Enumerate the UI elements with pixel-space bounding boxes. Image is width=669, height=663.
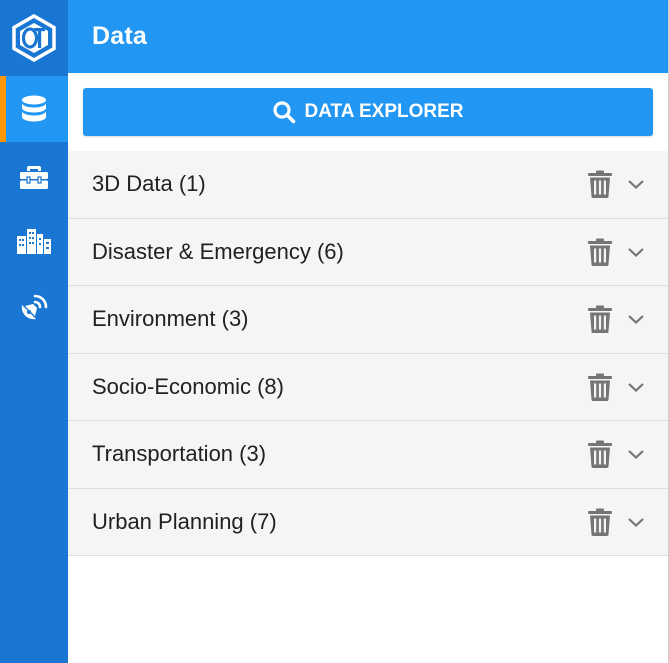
category-row-3d-data[interactable]: 3D Data (1) xyxy=(68,151,668,219)
chevron-down-icon[interactable] xyxy=(627,313,645,325)
category-label: Disaster & Emergency (6) xyxy=(92,238,344,264)
rail-item-data[interactable] xyxy=(0,76,68,142)
toolbox-icon xyxy=(20,166,48,189)
category-list: 3D Data (1) Disaster & Emergency (6) Env… xyxy=(68,151,668,556)
trash-icon[interactable] xyxy=(587,373,613,401)
database-icon xyxy=(22,95,46,122)
category-label: Transportation (3) xyxy=(92,441,267,467)
trash-icon[interactable] xyxy=(587,305,613,334)
rail-item-toolbox[interactable] xyxy=(0,144,68,210)
panel-header: Data xyxy=(68,0,668,73)
category-row-socio-economic[interactable]: Socio-Economic (8) xyxy=(68,353,668,421)
chevron-down-icon[interactable] xyxy=(627,448,645,460)
side-rail xyxy=(0,0,68,663)
data-panel: Data DATA EXPLORER 3D Data (1) Disaster … xyxy=(68,0,669,663)
trash-icon[interactable] xyxy=(587,238,613,266)
category-row-environment[interactable]: Environment (3) xyxy=(68,286,668,354)
chevron-down-icon[interactable] xyxy=(627,381,645,393)
category-label: 3D Data (1) xyxy=(92,171,206,197)
explorer-container: DATA EXPLORER xyxy=(68,73,668,151)
search-icon xyxy=(273,101,296,124)
category-row-transportation[interactable]: Transportation (3) xyxy=(68,421,668,489)
app-window: Data DATA EXPLORER 3D Data (1) Disaster … xyxy=(0,0,669,663)
page-title: Data xyxy=(92,22,147,50)
chevron-down-icon[interactable] xyxy=(627,246,645,258)
category-label: Socio-Economic (8) xyxy=(92,373,284,399)
trash-icon[interactable] xyxy=(587,508,613,536)
logo[interactable] xyxy=(0,0,68,76)
ot-hexagon-logo-icon xyxy=(12,14,56,62)
category-label: Environment (3) xyxy=(92,306,249,332)
satellite-dish-icon xyxy=(21,294,48,320)
trash-icon[interactable] xyxy=(587,170,613,199)
data-explorer-button[interactable]: DATA EXPLORER xyxy=(83,88,653,136)
chevron-down-icon[interactable] xyxy=(627,178,645,190)
category-row-disaster-emergency[interactable]: Disaster & Emergency (6) xyxy=(68,218,668,286)
rail-item-city[interactable] xyxy=(0,208,68,274)
chevron-down-icon[interactable] xyxy=(627,516,645,528)
data-explorer-label: DATA EXPLORER xyxy=(304,101,464,122)
category-row-urban-planning[interactable]: Urban Planning (7) xyxy=(68,488,668,556)
rail-item-satellite[interactable] xyxy=(0,274,68,340)
city-buildings-icon xyxy=(17,229,51,254)
category-label: Urban Planning (7) xyxy=(92,508,277,534)
trash-icon[interactable] xyxy=(587,440,613,469)
